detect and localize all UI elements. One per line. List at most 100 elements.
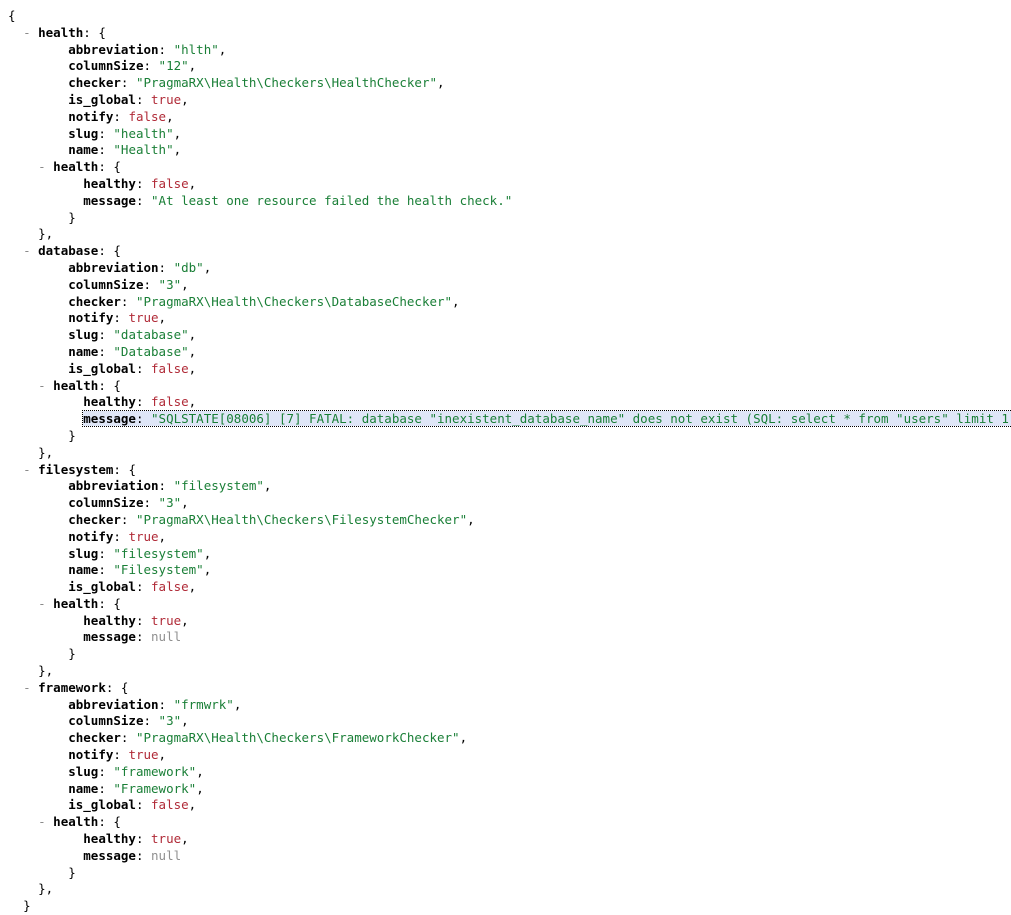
collapse-toggle-icon[interactable]: - bbox=[23, 462, 31, 477]
nested-health-key: health bbox=[53, 159, 99, 175]
close-brace: } bbox=[68, 646, 76, 662]
field-key: notify bbox=[68, 528, 114, 544]
root-close-brace-row: } bbox=[8, 898, 1011, 915]
colon: : bbox=[120, 75, 136, 91]
colon: : bbox=[158, 41, 174, 57]
open-brace: { bbox=[113, 159, 121, 175]
collapse-toggle-icon[interactable]: - bbox=[38, 159, 46, 174]
field-row: checker: "PragmaRX\Health\Checkers\Datab… bbox=[8, 294, 1011, 311]
field-key: columnSize bbox=[68, 495, 144, 511]
comma: , bbox=[158, 528, 167, 544]
message-row[interactable]: message: "SQLSTATE[08006] [7] FATAL: dat… bbox=[8, 410, 1011, 428]
colon: : bbox=[120, 730, 136, 746]
field-value: "database" bbox=[113, 327, 189, 343]
field-row: name: "Framework", bbox=[8, 781, 1011, 798]
close-brace: } bbox=[68, 209, 76, 225]
colon: : bbox=[135, 629, 152, 645]
field-value: "At least one resource failed the health… bbox=[151, 192, 513, 208]
field-row: slug: "database", bbox=[8, 327, 1011, 344]
field-value: "3" bbox=[158, 713, 182, 729]
field-row: notify: true, bbox=[8, 310, 1011, 327]
message-row[interactable]: message: null bbox=[8, 848, 1011, 865]
section-close-row: }, bbox=[8, 881, 1011, 898]
field-value: "PragmaRX\Health\Checkers\FilesystemChec… bbox=[135, 511, 468, 527]
comma: , bbox=[203, 562, 212, 578]
collapse-toggle-icon[interactable]: - bbox=[23, 25, 31, 40]
field-row: abbreviation: "hlth", bbox=[8, 42, 1011, 59]
field-row: slug: "health", bbox=[8, 126, 1011, 143]
field-value: false bbox=[151, 175, 189, 191]
comma: , bbox=[459, 730, 468, 746]
section-header-row: - health: { bbox=[8, 25, 1011, 42]
section-key-filesystem: filesystem bbox=[38, 461, 114, 477]
colon: : bbox=[113, 747, 129, 763]
collapse-toggle-icon[interactable]: - bbox=[38, 378, 46, 393]
field-key: slug bbox=[68, 763, 99, 779]
selected-message-highlight[interactable]: message: "SQLSTATE[08006] [7] FATAL: dat… bbox=[82, 410, 1011, 428]
field-row: checker: "PragmaRX\Health\Checkers\Files… bbox=[8, 512, 1011, 529]
field-value: "Framework" bbox=[113, 780, 197, 796]
nested-health-close-row: } bbox=[8, 865, 1011, 882]
field-value: false bbox=[151, 394, 189, 410]
field-key: checker bbox=[68, 293, 121, 309]
root-open-brace-row: { bbox=[8, 8, 1011, 25]
field-key: slug bbox=[68, 125, 99, 141]
field-row: is_global: false, bbox=[8, 579, 1011, 596]
field-value: "12" bbox=[158, 58, 189, 74]
field-key: healthy bbox=[83, 394, 136, 410]
field-key: name bbox=[68, 142, 99, 158]
field-key: checker bbox=[68, 730, 121, 746]
comma: , bbox=[181, 831, 189, 847]
json-viewer[interactable]: { - health: { abbreviation: "hlth", colu… bbox=[0, 0, 1011, 915]
message-row[interactable]: message: "At least one resource failed t… bbox=[8, 193, 1011, 210]
field-key: notify bbox=[68, 310, 114, 326]
field-row: slug: "filesystem", bbox=[8, 546, 1011, 563]
field-value: "db" bbox=[173, 259, 204, 275]
comma: , bbox=[181, 713, 189, 729]
field-row: name: "Health", bbox=[8, 142, 1011, 159]
collapse-toggle-icon[interactable]: - bbox=[23, 680, 31, 695]
section-key-health: health bbox=[38, 24, 84, 40]
field-value: "filesystem" bbox=[173, 478, 264, 494]
close-brace-comma: }, bbox=[38, 663, 54, 679]
collapse-toggle-icon[interactable]: - bbox=[23, 243, 31, 258]
open-brace: { bbox=[128, 461, 136, 477]
collapse-toggle-icon[interactable]: - bbox=[38, 596, 46, 611]
open-brace: { bbox=[113, 814, 121, 830]
colon: : bbox=[143, 495, 159, 511]
nested-health-key: health bbox=[53, 377, 99, 393]
message-row[interactable]: message: null bbox=[8, 629, 1011, 646]
close-brace-comma: }, bbox=[38, 881, 54, 897]
section-close-row: }, bbox=[8, 445, 1011, 462]
field-key: is_global bbox=[68, 579, 136, 595]
section-header-row: - database: { bbox=[8, 243, 1011, 260]
field-row: checker: "PragmaRX\Health\Checkers\Frame… bbox=[8, 730, 1011, 747]
field-row: slug: "framework", bbox=[8, 764, 1011, 781]
field-row: notify: true, bbox=[8, 747, 1011, 764]
close-brace-comma: }, bbox=[38, 444, 54, 460]
section-close-row: }, bbox=[8, 226, 1011, 243]
colon: : bbox=[98, 545, 114, 561]
close-brace: } bbox=[68, 864, 76, 880]
comma: , bbox=[188, 797, 197, 813]
field-row: healthy: true, bbox=[8, 613, 1011, 630]
section-key-database: database bbox=[38, 243, 99, 259]
field-value: "PragmaRX\Health\Checkers\DatabaseChecke… bbox=[135, 293, 453, 309]
colon: : bbox=[113, 461, 129, 477]
collapse-toggle-icon[interactable]: - bbox=[38, 814, 46, 829]
